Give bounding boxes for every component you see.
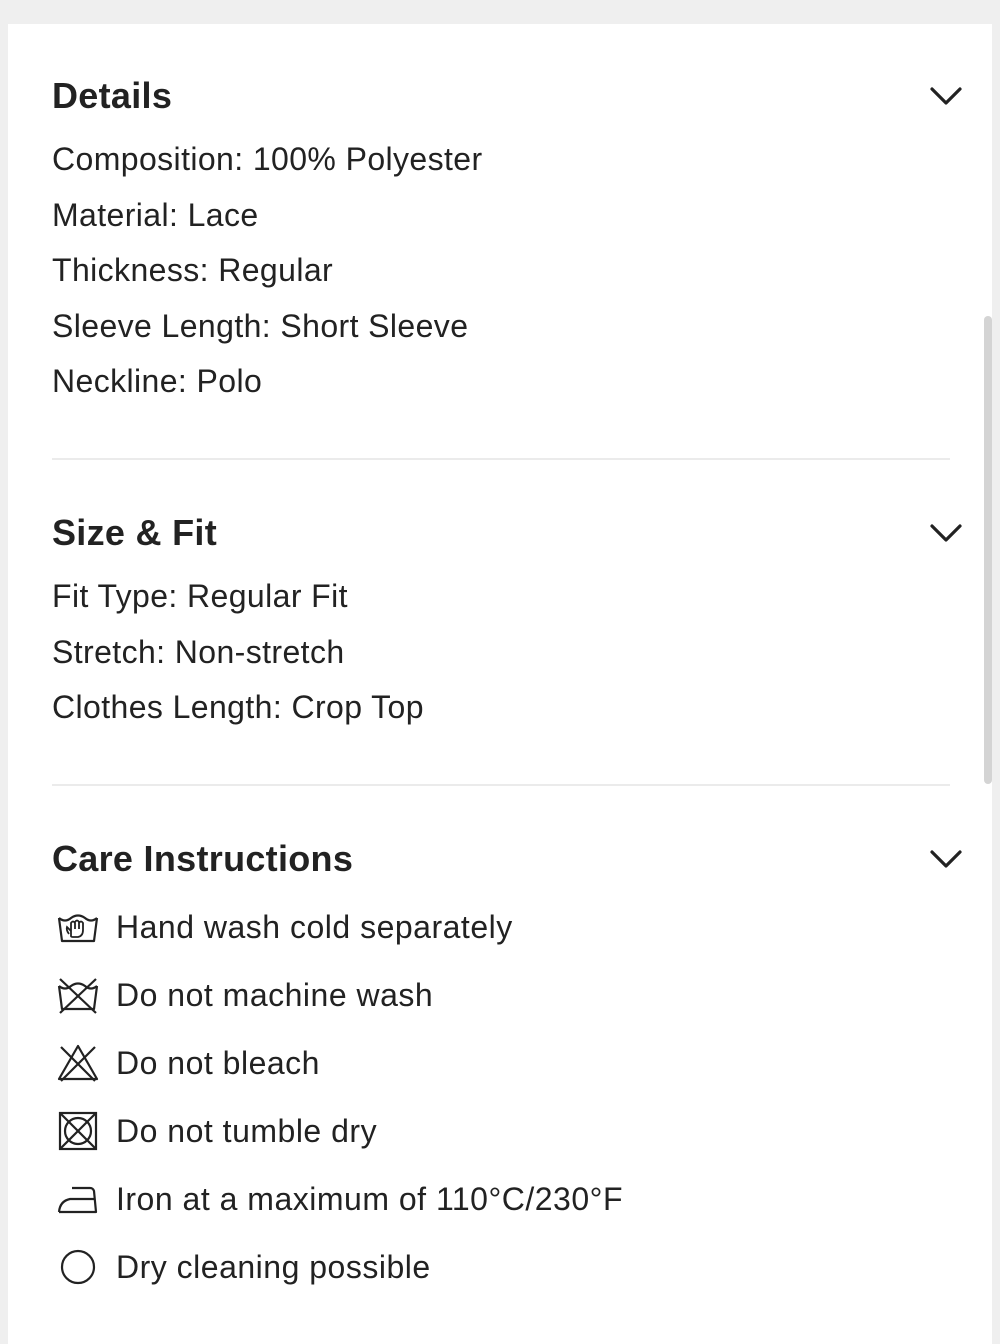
detail-composition: Composition: 100% Polyester xyxy=(52,141,483,177)
details-section-title: Details xyxy=(52,75,173,116)
product-info-panel: Details Composition: 100% Polyester Mate… xyxy=(8,24,992,1344)
detail-neckline: Neckline: Polo xyxy=(52,363,263,399)
size-fit-section: Size & Fit Fit Type: Regular Fit Stretch… xyxy=(52,509,962,736)
care-text: Do not bleach xyxy=(116,1045,320,1081)
section-divider xyxy=(52,458,950,460)
detail-material: Material: Lace xyxy=(52,196,259,233)
detail-clothes-length: Clothes Length: Crop Top xyxy=(52,689,424,725)
size-fit-section-body: Fit Type: Regular Fit Stretch: Non-stret… xyxy=(52,569,950,736)
hand-wash-icon xyxy=(56,905,100,949)
details-section-header[interactable]: Details xyxy=(52,72,962,122)
detail-fit-type: Fit Type: Regular Fit xyxy=(52,578,348,614)
care-list: Hand wash cold separately Do not machine… xyxy=(52,893,950,1301)
care-text: Iron at a maximum of 110°C/230°F xyxy=(116,1181,623,1217)
size-fit-section-title: Size & Fit xyxy=(52,512,218,553)
chevron-down-icon[interactable] xyxy=(928,84,964,108)
no-tumble-dry-icon xyxy=(56,1109,100,1153)
care-section-header[interactable]: Care Instructions xyxy=(52,835,962,885)
care-section-title: Care Instructions xyxy=(52,838,354,879)
size-fit-section-header[interactable]: Size & Fit xyxy=(52,509,962,559)
care-item: Do not tumble dry xyxy=(52,1097,950,1165)
chevron-down-icon[interactable] xyxy=(928,521,964,545)
care-item: Dry cleaning possible xyxy=(52,1233,950,1301)
details-section: Details Composition: 100% Polyester Mate… xyxy=(52,72,962,410)
details-section-body: Composition: 100% Polyester Material: La… xyxy=(52,132,950,410)
iron-icon xyxy=(56,1177,100,1221)
dry-clean-icon xyxy=(56,1245,100,1289)
scrollbar[interactable] xyxy=(984,316,992,784)
no-machine-wash-icon xyxy=(56,973,100,1017)
care-item: Do not bleach xyxy=(52,1029,950,1097)
care-text: Dry cleaning possible xyxy=(116,1249,431,1285)
care-text: Do not tumble dry xyxy=(116,1113,378,1149)
detail-thickness: Thickness: Regular xyxy=(52,252,334,288)
detail-stretch: Stretch: Non-stretch xyxy=(52,633,345,670)
care-text: Hand wash cold separately xyxy=(116,909,513,945)
care-text: Do not machine wash xyxy=(116,977,434,1013)
no-bleach-icon xyxy=(56,1041,100,1085)
chevron-down-icon[interactable] xyxy=(928,847,964,871)
care-item: Hand wash cold separately xyxy=(52,893,950,961)
detail-sleeve-length: Sleeve Length: Short Sleeve xyxy=(52,307,469,344)
care-section: Care Instructions Hand wash cold separat… xyxy=(52,835,962,1301)
section-divider xyxy=(52,784,950,786)
care-item: Do not machine wash xyxy=(52,961,950,1029)
care-item: Iron at a maximum of 110°C/230°F xyxy=(52,1165,950,1233)
